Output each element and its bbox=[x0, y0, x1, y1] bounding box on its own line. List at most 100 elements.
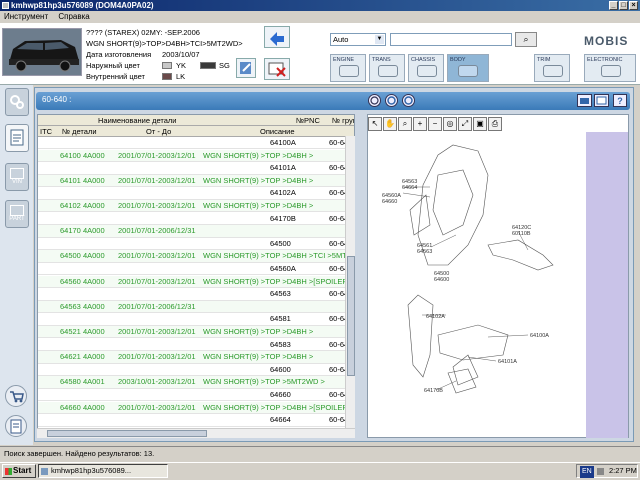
build-date-value: 2003/10/07 bbox=[162, 50, 200, 59]
sidebar-vin-button[interactable]: VIN bbox=[5, 163, 29, 191]
tab-body[interactable]: BODY bbox=[447, 54, 489, 82]
part-row[interactable]: 64660 4A000 2001/07/01-2003/12/01 WGN SHOR… bbox=[38, 401, 354, 414]
table-scroll-thumb[interactable] bbox=[347, 256, 355, 376]
zoom-in-button[interactable]: + bbox=[413, 117, 427, 131]
col-part-no: № детали bbox=[62, 127, 97, 136]
pnc-row[interactable]: 64102A 60-640 bbox=[38, 187, 354, 200]
maximize-button[interactable]: □ bbox=[619, 1, 628, 10]
part-number: 64102 4A000 bbox=[60, 201, 105, 210]
part-row[interactable]: 64170 4A000 2001/07/01-2006/12/31 bbox=[38, 225, 354, 238]
sidebar-settings-button[interactable] bbox=[5, 88, 29, 116]
refresh-button[interactable] bbox=[385, 94, 398, 107]
pnc-row[interactable]: 64664 60-640 bbox=[38, 414, 354, 427]
close-button[interactable]: × bbox=[629, 1, 638, 10]
part-row[interactable]: 64521 4A000 2001/07/01-2003/12/01 WGN SHOR… bbox=[38, 326, 354, 339]
sidebar-document-button[interactable] bbox=[5, 124, 29, 152]
part-description: WGN SHORT(9) >TOP >D4BH > bbox=[203, 352, 314, 362]
category-select[interactable]: Auto ▼ bbox=[330, 33, 386, 46]
language-indicator[interactable]: EN bbox=[580, 466, 594, 478]
chevron-down-icon[interactable]: ▼ bbox=[375, 35, 384, 44]
taskbar-app-item[interactable]: kmhwp81hp3u576089... bbox=[38, 464, 168, 478]
menu-help[interactable]: Справка bbox=[58, 12, 89, 21]
search-button[interactable]: ⌕ bbox=[515, 32, 537, 47]
body-icon bbox=[458, 65, 478, 77]
help-button[interactable]: ? bbox=[613, 94, 627, 107]
start-button[interactable]: Start bbox=[2, 464, 36, 478]
refresh-icon bbox=[387, 96, 396, 105]
diagram-callout-label[interactable]: 64664 bbox=[402, 185, 417, 191]
layout-icon bbox=[580, 98, 589, 104]
table-horizontal-scrollbar[interactable] bbox=[37, 428, 355, 438]
system-tray: EN 2:27 PM bbox=[576, 464, 638, 478]
part-description: WGN SHORT(9) >TOP >D4BH >[SPOILER-L bbox=[203, 276, 353, 286]
pnc-row[interactable]: 64170B 60-640 bbox=[38, 212, 354, 225]
notes-button[interactable] bbox=[5, 415, 27, 437]
diagram-callout-label[interactable]: 60110B bbox=[512, 231, 531, 237]
part-row[interactable]: 64580 4A001 2003/10/01-2003/12/01 WGN SHOR… bbox=[38, 376, 354, 389]
part-row[interactable]: 64101 4A000 2001/07/01-2003/12/01 WGN SHOR… bbox=[38, 174, 354, 188]
part-row[interactable]: 64621 4A000 2001/07/01-2003/12/01 WGN SHOR… bbox=[38, 351, 354, 364]
vehicle-edit-button[interactable] bbox=[236, 58, 256, 78]
date-range: 2001/07/01-2006/12/31 bbox=[118, 226, 196, 236]
pnc-number: 64500 bbox=[270, 238, 291, 248]
tab-engine[interactable]: ENGINE bbox=[330, 54, 366, 82]
layout-button[interactable] bbox=[577, 94, 592, 107]
tab-electronic[interactable]: ELECTRONIC bbox=[584, 54, 636, 82]
sync-button[interactable] bbox=[402, 94, 415, 107]
part-number: 64500 4A000 bbox=[60, 251, 105, 261]
zoom-out-button[interactable]: − bbox=[428, 117, 442, 131]
diagram-callout-label[interactable]: 64100A bbox=[530, 333, 549, 339]
pnc-row[interactable]: 64101A 60-640 bbox=[38, 162, 354, 175]
fit-button[interactable]: ⤢ bbox=[458, 117, 472, 131]
back-button[interactable] bbox=[264, 26, 290, 48]
pnc-row[interactable]: 64581 60-640 bbox=[38, 313, 354, 326]
part-row[interactable]: 64100 4A000 2001/07/01-2003/12/01 WGN SHOR… bbox=[38, 149, 354, 162]
zoom-reset-button[interactable]: ◎ bbox=[443, 117, 457, 131]
tray-icon[interactable] bbox=[597, 468, 604, 475]
print-button[interactable]: ⎙ bbox=[488, 117, 502, 131]
vehicle-spec: WGN SHORT(9)>TOP>D4BH>TCI>5MT2WD> bbox=[86, 39, 243, 48]
search-input[interactable] bbox=[390, 33, 512, 46]
diagram-callout-label[interactable]: 64660 bbox=[382, 199, 397, 205]
cart-button[interactable] bbox=[5, 385, 27, 407]
pnc-row[interactable]: 64563 60-640 bbox=[38, 288, 354, 301]
target-icon bbox=[370, 96, 379, 105]
hand-icon: ✋ bbox=[385, 119, 395, 128]
diagram-callout-label[interactable]: 64563 bbox=[417, 249, 432, 255]
part-number: 64660 4A000 bbox=[60, 402, 105, 412]
diagram-callout-label[interactable]: 64101A bbox=[498, 359, 517, 365]
pnc-row[interactable]: 64500 60-640 bbox=[38, 237, 354, 251]
sidebar-part-button[interactable]: PART bbox=[5, 200, 29, 228]
diagram-callout-label[interactable]: 64600 bbox=[434, 277, 449, 283]
pnc-row[interactable]: 64560A 60-640 bbox=[38, 263, 354, 276]
part-row[interactable]: 64560 4A000 2001/07/01-2003/12/01 WGN SHOR… bbox=[38, 275, 354, 288]
zoom-area-button[interactable]: ⌕ bbox=[398, 117, 412, 131]
pnc-row[interactable]: 64583 60-640 bbox=[38, 338, 354, 351]
clear-vehicle-button[interactable] bbox=[264, 58, 290, 80]
vin-icon bbox=[10, 168, 24, 179]
part-description: WGN SHORT(9) >TOP >D4BH > bbox=[203, 201, 314, 210]
part-row[interactable]: 64102 4A000 2001/07/01-2003/12/01 WGN SHOR… bbox=[38, 200, 354, 213]
table-vertical-scrollbar[interactable] bbox=[345, 136, 355, 432]
zoom-fit-button[interactable] bbox=[368, 94, 381, 107]
table-hscroll-thumb[interactable] bbox=[47, 430, 207, 437]
menu-bar: Инструмент Справка bbox=[0, 11, 640, 23]
tab-trans[interactable]: TRANS bbox=[369, 54, 405, 82]
diagram-callout-label[interactable]: 64102A bbox=[426, 314, 445, 320]
tab-chassis[interactable]: CHASSIS bbox=[408, 54, 444, 82]
save-button[interactable]: ▣ bbox=[473, 117, 487, 131]
pan-tool-button[interactable]: ✋ bbox=[383, 117, 397, 131]
part-row[interactable]: 64500 4A000 2001/07/01-2003/12/01 WGN SHOR… bbox=[38, 250, 354, 263]
select-tool-button[interactable]: ↖ bbox=[368, 117, 382, 131]
engine-icon bbox=[339, 65, 359, 77]
chassis-icon bbox=[417, 65, 437, 77]
part-row[interactable]: 64563 4A000 2001/07/01-2006/12/31 bbox=[38, 300, 354, 314]
minimize-button[interactable]: _ bbox=[609, 1, 618, 10]
diagram-callout-label[interactable]: 64170B bbox=[424, 388, 443, 394]
pnc-row[interactable]: 64100A 60-640 bbox=[38, 137, 354, 150]
pnc-row[interactable]: 64660 60-640 bbox=[38, 389, 354, 402]
tab-trim[interactable]: TRIM bbox=[534, 54, 570, 82]
menu-tools[interactable]: Инструмент bbox=[4, 12, 48, 21]
picture-button[interactable] bbox=[594, 94, 609, 107]
pnc-row[interactable]: 64600 60-640 bbox=[38, 363, 354, 377]
